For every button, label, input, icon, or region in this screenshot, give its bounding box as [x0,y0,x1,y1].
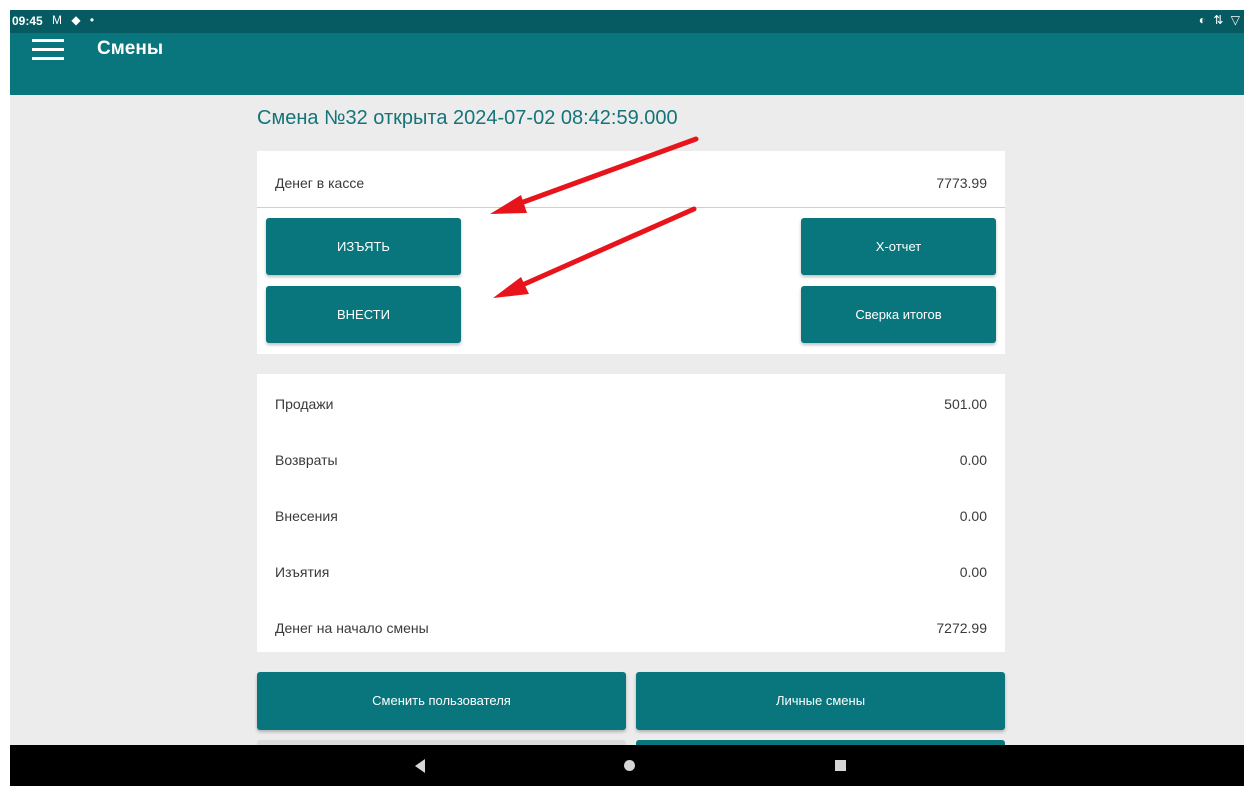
cash-card: Денег в кассе 7773.99 ИЗЪЯТЬ ВНЕСТИ Х-от… [257,151,1005,354]
summary-label: Изъятия [275,564,330,580]
status-bar: 09:45 M ◆ • ◐ ⇅ ▽ [10,10,1244,33]
summary-row: Возвраты 0.00 [275,452,987,468]
deposit-button[interactable]: ВНЕСТИ [266,286,461,343]
summary-value: 7272.99 [936,620,987,636]
card-divider [257,207,1005,208]
summary-card: Продажи 501.00 Возвраты 0.00 Внесения 0.… [257,374,1005,652]
hamburger-menu-icon[interactable] [32,36,64,64]
notification-icons: M ◆ • [52,13,98,27]
summary-row: Внесения 0.00 [275,508,987,524]
status-time: 09:45 [12,14,43,28]
cash-in-register-value: 7773.99 [936,175,987,191]
withdraw-button[interactable]: ИЗЪЯТЬ [266,218,461,275]
summary-row: Изъятия 0.00 [275,564,987,580]
cash-in-register-label: Денег в кассе [275,175,365,191]
summary-label: Возвраты [275,452,338,468]
summary-label: Продажи [275,396,334,412]
back-triangle-icon[interactable] [415,759,425,773]
app-title: Смены [97,38,164,59]
summary-value: 0.00 [959,452,987,468]
system-status-icons: ◐ ⇅ ▽ [1198,13,1242,27]
summary-value: 501.00 [944,396,987,412]
x-report-button[interactable]: Х-отчет [801,218,996,275]
recent-apps-square-icon[interactable] [835,760,846,771]
summary-label: Внесения [275,508,338,524]
personal-shifts-button[interactable]: Личные смены [636,672,1005,730]
shift-title: Смена №32 открыта 2024-07-02 08:42:59.00… [257,107,678,129]
change-user-button[interactable]: Сменить пользователя [257,672,626,730]
navigation-bar [10,745,1244,786]
summary-row: Денег на начало смены 7272.99 [275,620,987,636]
summary-label: Денег на начало смены [275,620,429,636]
app-bar: Смены [10,33,1244,95]
home-circle-icon[interactable] [624,760,635,771]
summary-value: 0.00 [959,564,987,580]
cash-in-register-row: Денег в кассе 7773.99 [275,175,987,191]
device-screen: 09:45 M ◆ • ◐ ⇅ ▽ Смены Смена №32 открыт… [10,10,1244,786]
summary-row: Продажи 501.00 [275,396,987,412]
reconciliation-button[interactable]: Сверка итогов [801,286,996,343]
summary-value: 0.00 [959,508,987,524]
